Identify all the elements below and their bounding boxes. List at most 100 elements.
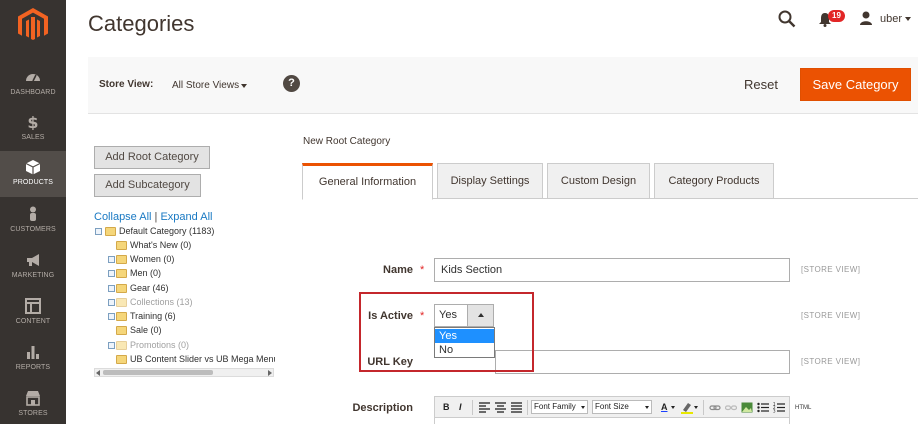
highlight-color-caret-icon[interactable] — [694, 401, 700, 414]
tree-node[interactable]: Men (0) — [95, 268, 275, 280]
description-editor[interactable] — [434, 418, 790, 424]
folder-icon — [116, 284, 127, 293]
tree-horizontal-scrollbar[interactable] — [94, 368, 274, 377]
unlink-icon[interactable] — [725, 401, 737, 414]
nav-sales[interactable]: $ SALES — [0, 106, 66, 152]
nav-content-label: CONTENT — [15, 318, 51, 325]
collapse-node-icon[interactable] — [95, 228, 102, 235]
tree-node-label: What's New (0) — [130, 240, 192, 250]
dashboard-icon — [26, 74, 40, 82]
expand-node-icon[interactable] — [108, 270, 115, 277]
tree-node-label: Training (6) — [130, 311, 176, 321]
chevron-down-icon — [645, 406, 649, 409]
store-view-caret-icon[interactable] — [241, 84, 247, 88]
text-color-caret-icon[interactable] — [671, 401, 677, 414]
search-icon[interactable] — [778, 10, 796, 28]
url-key-input[interactable] — [495, 350, 790, 374]
folder-icon — [116, 355, 127, 364]
tree-node[interactable]: Gear (46) — [95, 283, 275, 295]
highlight-color-icon[interactable] — [681, 401, 693, 414]
user-name[interactable]: uber — [880, 13, 902, 25]
notification-badge[interactable]: 19 — [828, 10, 845, 22]
font-size-select[interactable]: Font Size — [592, 400, 652, 414]
folder-icon — [116, 255, 127, 264]
nav-customers-label: CUSTOMERS — [10, 226, 56, 233]
tree-node[interactable]: Training (6) — [95, 311, 275, 323]
expand-node-icon[interactable] — [108, 313, 115, 320]
scope-label: [STORE VIEW] — [801, 265, 861, 274]
tree-node-label: UB Content Slider vs UB Mega Menu — [130, 354, 275, 364]
nav-customers[interactable]: CUSTOMERS — [0, 198, 66, 244]
text-color-button[interactable]: A — [661, 401, 668, 414]
name-input[interactable]: Kids Section — [434, 258, 790, 282]
expand-node-icon[interactable] — [108, 285, 115, 292]
link-separator: | — [154, 211, 158, 223]
tree-node[interactable]: Collections (13) — [95, 297, 275, 309]
folder-icon — [105, 227, 116, 236]
tree-node[interactable]: UB Content Slider vs UB Mega Menu — [95, 354, 275, 366]
scroll-left-icon[interactable] — [96, 370, 100, 376]
toolbar-separator — [527, 400, 528, 415]
bullet-list-icon[interactable] — [757, 401, 769, 414]
tree-node-label: Men (0) — [130, 268, 162, 278]
insert-image-icon[interactable] — [741, 401, 753, 414]
expand-node-icon[interactable] — [108, 256, 115, 263]
align-left-icon[interactable] — [479, 401, 490, 414]
collapse-all-link[interactable]: Collapse All — [94, 211, 151, 223]
description-label: Description — [352, 402, 413, 414]
expand-node-icon[interactable] — [108, 299, 115, 306]
tree-toggle-links: Collapse All | Expand All — [94, 211, 212, 223]
scope-label: [STORE VIEW] — [801, 311, 861, 320]
tree-node[interactable]: What's New (0) — [95, 240, 275, 252]
font-family-select[interactable]: Font Family — [531, 400, 588, 414]
tree-node[interactable]: Default Category (1183) — [95, 226, 275, 238]
add-subcategory-button[interactable]: Add Subcategory — [94, 174, 201, 197]
tree-node-label: Collections (13) — [130, 297, 193, 307]
tree-node[interactable]: Women (0) — [95, 254, 275, 266]
magento-logo-icon[interactable] — [18, 8, 48, 42]
nav-stores[interactable]: STORES — [0, 382, 66, 424]
tab-custom-design[interactable]: Custom Design — [547, 163, 650, 199]
nav-content[interactable]: CONTENT — [0, 290, 66, 336]
section-title: New Root Category — [303, 136, 391, 147]
nav-marketing[interactable]: MARKETING — [0, 244, 66, 290]
scrollbar-thumb[interactable] — [103, 370, 213, 375]
bold-button[interactable]: B — [443, 401, 450, 414]
user-icon[interactable] — [859, 11, 873, 25]
box-icon — [25, 160, 41, 175]
expand-node-icon[interactable] — [108, 342, 115, 349]
folder-icon — [116, 312, 127, 321]
align-center-icon[interactable] — [495, 401, 506, 414]
nav-products[interactable]: PRODUCTS — [0, 151, 66, 197]
nav-reports[interactable]: REPORTS — [0, 336, 66, 382]
numbered-list-icon[interactable]: 123 — [773, 401, 785, 414]
tree-node[interactable]: Promotions (0) — [95, 340, 275, 352]
expand-all-link[interactable]: Expand All — [160, 211, 212, 223]
tab-category-products[interactable]: Category Products — [654, 163, 774, 199]
annotation-highlight-box — [359, 292, 534, 372]
align-justify-icon[interactable] — [511, 401, 522, 414]
user-menu-caret-icon[interactable] — [905, 17, 911, 21]
chevron-down-icon — [581, 406, 585, 409]
add-root-category-button[interactable]: Add Root Category — [94, 146, 210, 169]
store-view-switcher[interactable]: All Store Views — [172, 80, 239, 91]
reset-button[interactable]: Reset — [733, 74, 789, 96]
tab-general-information[interactable]: General Information — [302, 163, 433, 200]
html-source-button[interactable]: HTML — [795, 402, 811, 415]
font-family-label: Font Family — [534, 402, 576, 411]
folder-icon — [116, 241, 127, 250]
toolbar-separator — [472, 400, 473, 415]
store-view-label: Store View: — [99, 79, 154, 90]
name-label: Name — [383, 264, 413, 276]
tree-node[interactable]: Sale (0) — [95, 325, 275, 337]
toolbar-separator — [703, 400, 704, 415]
insert-link-icon[interactable] — [709, 401, 721, 414]
save-category-button[interactable]: Save Category — [800, 68, 911, 101]
italic-button[interactable]: I — [459, 401, 462, 414]
nav-products-label: PRODUCTS — [12, 179, 54, 186]
scroll-right-icon[interactable] — [268, 370, 272, 376]
tab-display-settings[interactable]: Display Settings — [437, 163, 543, 199]
nav-dashboard[interactable]: DASHBOARD — [0, 61, 66, 107]
help-icon[interactable]: ? — [283, 75, 300, 92]
store-view-bar: Store View: All Store Views ? Reset Save… — [88, 57, 918, 114]
